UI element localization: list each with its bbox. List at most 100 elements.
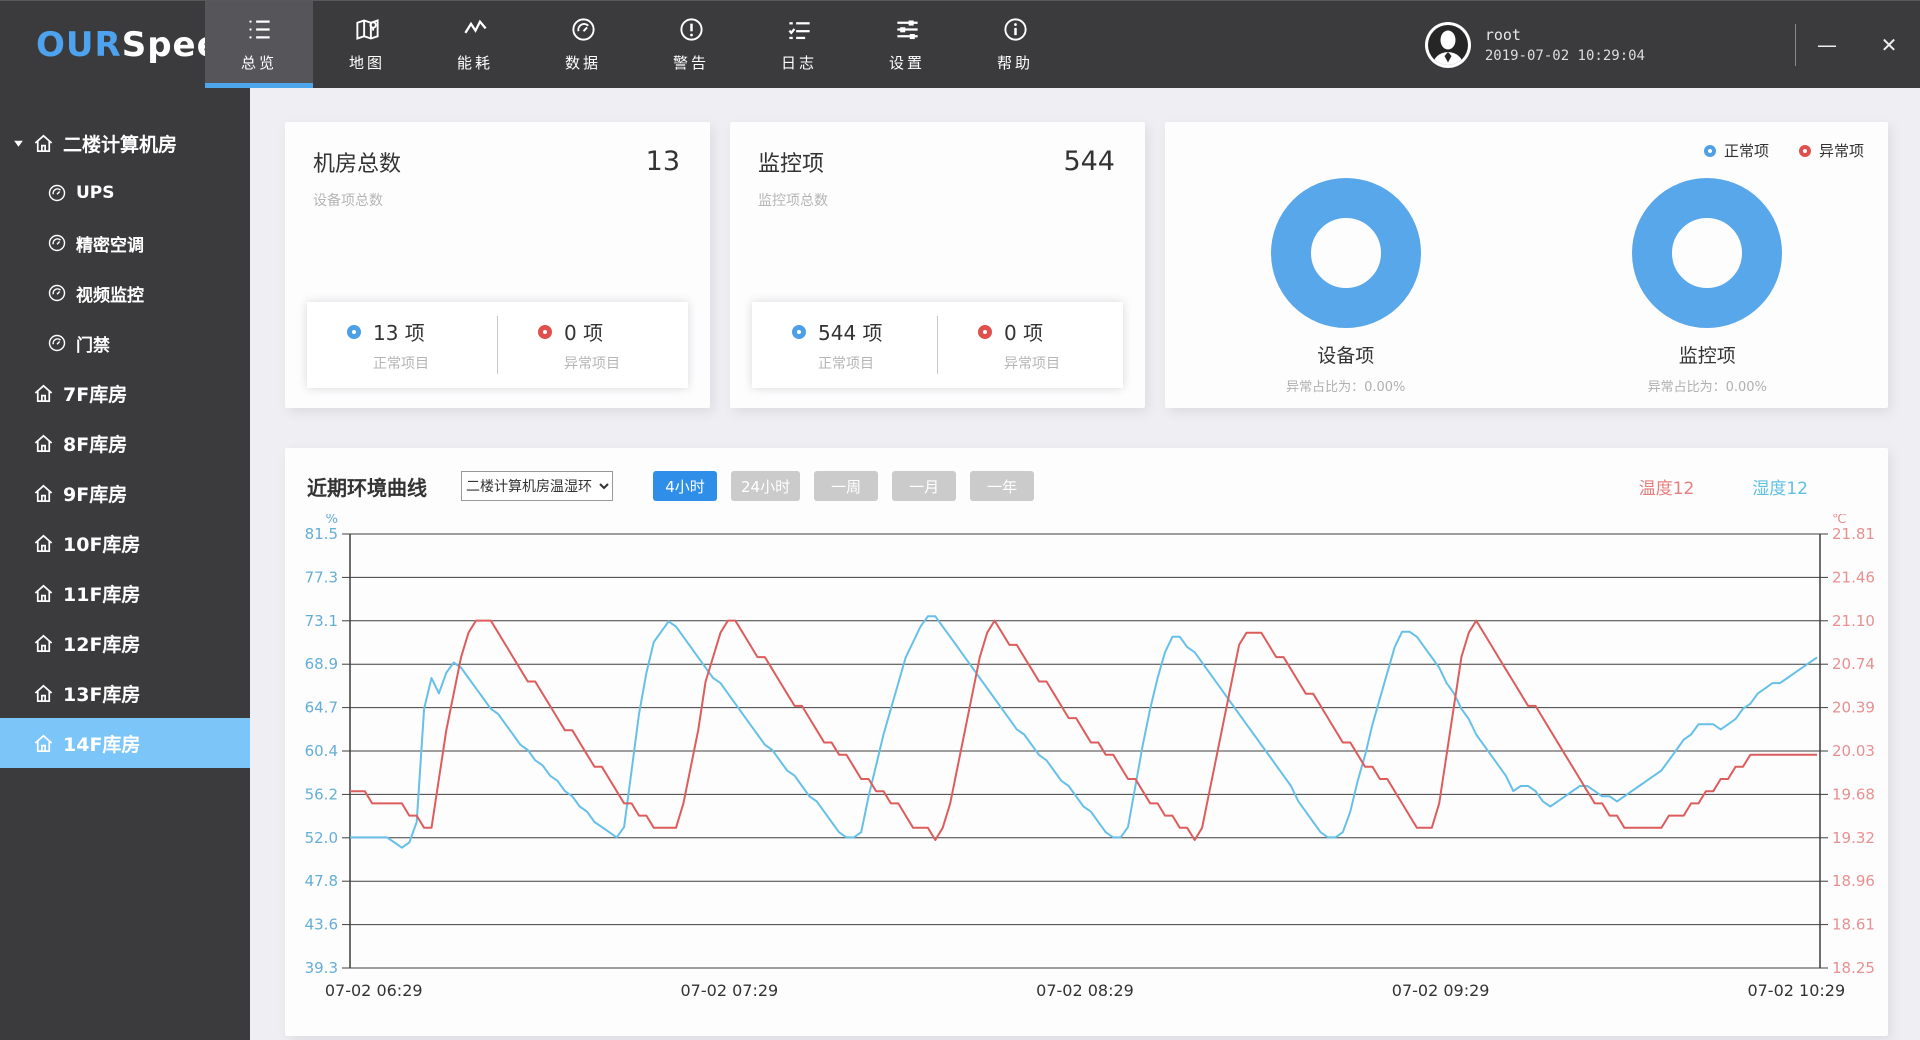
gauge-icon [47,233,67,253]
user-name: root [1485,26,1645,44]
sidebar-subitem-ac[interactable]: 精密空调 [0,218,250,268]
sidebar-item-label: 二楼计算机房 [63,130,177,157]
environment-line-chart: 81.521.8177.321.4673.121.1068.920.7464.7… [285,514,1888,1038]
sidebar-subitem-label: 门禁 [76,331,110,356]
sidebar-item-11f[interactable]: 11F库房 [0,568,250,618]
nav-item-alert[interactable]: 警告 [637,1,745,88]
chart-legend: 温度12 湿度12 [1639,474,1808,499]
sidebar-subitem-label: UPS [76,183,115,203]
abnormal-stat: 0 项 异常项目 [498,317,688,373]
monitor-donut-chart [1632,178,1782,328]
log-icon [786,16,813,43]
svg-text:52.0: 52.0 [305,829,338,847]
svg-text:20.74: 20.74 [1832,655,1875,673]
monitor-total-value: 544 [1063,146,1115,177]
legend-temperature[interactable]: 温度12 [1639,474,1695,499]
svg-text:21.46: 21.46 [1832,568,1875,586]
sidebar-subitem-label: 精密空调 [76,231,144,256]
sidebar-item-10f[interactable]: 10F库房 [0,518,250,568]
nav-label: 日志 [781,52,817,73]
nav-item-overview[interactable]: 总览 [205,1,313,88]
range-button-4h[interactable]: 4小时 [653,471,717,501]
card-subtitle: 监控项总数 [758,190,1117,210]
range-button-24h[interactable]: 24小时 [731,471,800,501]
card-subtitle: 设备项总数 [313,190,682,210]
legend-normal-label: 正常项 [1724,140,1769,161]
range-button-year[interactable]: 一年 [970,471,1034,501]
home-icon [32,582,55,605]
sidebar-item-13f[interactable]: 13F库房 [0,668,250,718]
legend-abnormal[interactable]: 异常项 [1799,140,1864,161]
svg-text:81.5: 81.5 [305,525,338,543]
range-button-week[interactable]: 一周 [814,471,878,501]
sidebar-item-12f[interactable]: 12F库房 [0,618,250,668]
svg-text:47.8: 47.8 [305,872,338,890]
room-total-card: 机房总数 设备项总数 13 13 项 正常项目 0 项 异常项目 [285,122,710,408]
monitor-donut-ratio: 异常占比为：0.00% [1527,376,1889,395]
legend-humidity[interactable]: 湿度12 [1752,474,1808,499]
room-total-value: 13 [646,146,680,177]
home-icon [32,532,55,555]
gauge-icon [47,283,67,303]
nav-item-settings[interactable]: 设置 [853,1,961,88]
sidebar-subitem-ups[interactable]: UPS [0,168,250,218]
svg-text:43.6: 43.6 [305,916,338,934]
sidebar-item-8f[interactable]: 8F库房 [0,418,250,468]
svg-text:19.68: 19.68 [1832,785,1875,803]
svg-text:18.25: 18.25 [1832,959,1875,977]
abnormal-ring-icon [1799,145,1811,157]
sidebar-subitem-video[interactable]: 视频监控 [0,268,250,318]
svg-text:68.9: 68.9 [305,655,338,673]
svg-text:℃: ℃ [1832,514,1847,527]
topbar: OURSpeed 总览地图能耗数据警告日志设置帮助 root 2019-0 [0,0,1920,88]
current-datetime: 2019-07-02 10:29:04 [1485,48,1645,64]
info-icon [1002,16,1029,43]
nav-label: 帮助 [997,52,1033,73]
sidebar-item-label: 11F库房 [63,580,140,607]
svg-text:20.39: 20.39 [1832,699,1875,717]
range-button-month[interactable]: 一月 [892,471,956,501]
sidebar-subitem-label: 视频监控 [76,281,144,306]
svg-text:07-02 10:29: 07-02 10:29 [1747,981,1845,1000]
normal-label: 正常项目 [818,353,937,373]
room-selector[interactable]: 二楼计算机房温湿环 [461,471,613,501]
sidebar-item-label: 14F库房 [63,730,140,757]
close-button[interactable]: ✕ [1858,1,1920,89]
sidebar: 二楼计算机房 UPS 精密空调视频监控门禁 7F库房 8F库房 9F库房10F库房 11F库… [0,88,250,1040]
gauge-icon [570,16,597,43]
energy-icon [462,16,489,43]
svg-text:%: % [326,514,338,527]
donut-legend: 正常项 异常项 [1704,140,1864,161]
environment-chart-panel: 近期环境曲线 二楼计算机房温湿环 4小时 24小时 一周 一月 一年 温度12 … [285,448,1888,1036]
sidebar-item-9f[interactable]: 9F库房 [0,468,250,518]
alert-icon [678,16,705,43]
minimize-button[interactable]: — [1796,1,1858,89]
caret-spacer [12,487,32,500]
sidebar-item-room-2f[interactable]: 二楼计算机房 [0,118,250,168]
abnormal-label: 异常项目 [564,353,688,373]
normal-ring-icon [792,325,806,339]
sidebar-item-label: 8F库房 [63,430,127,457]
sidebar-subitem-door[interactable]: 门禁 [0,318,250,368]
app-logo: OURSpeed [0,1,205,88]
svg-text:20.03: 20.03 [1832,742,1875,760]
sidebar-item-7f[interactable]: 7F库房 [0,368,250,418]
nav-item-map[interactable]: 地图 [313,1,421,88]
nav-item-log[interactable]: 日志 [745,1,853,88]
gauge-icon [47,183,67,203]
device-donut-chart [1271,178,1421,328]
legend-normal[interactable]: 正常项 [1704,140,1769,161]
abnormal-ring-icon [538,325,552,339]
svg-text:21.81: 21.81 [1832,525,1875,543]
nav-item-energy[interactable]: 能耗 [421,1,529,88]
device-donut-ratio: 异常占比为：0.00% [1165,376,1527,395]
card-title: 机房总数 [313,146,682,178]
caret-spacer [12,537,32,550]
caret-spacer [12,737,32,750]
nav-item-help[interactable]: 帮助 [961,1,1069,88]
normal-label: 正常项目 [373,353,497,373]
sidebar-item-14f[interactable]: 14F库房 [0,718,250,768]
abnormal-label: 异常项目 [1004,353,1123,373]
nav-item-data[interactable]: 数据 [529,1,637,88]
caret-spacer [12,587,32,600]
